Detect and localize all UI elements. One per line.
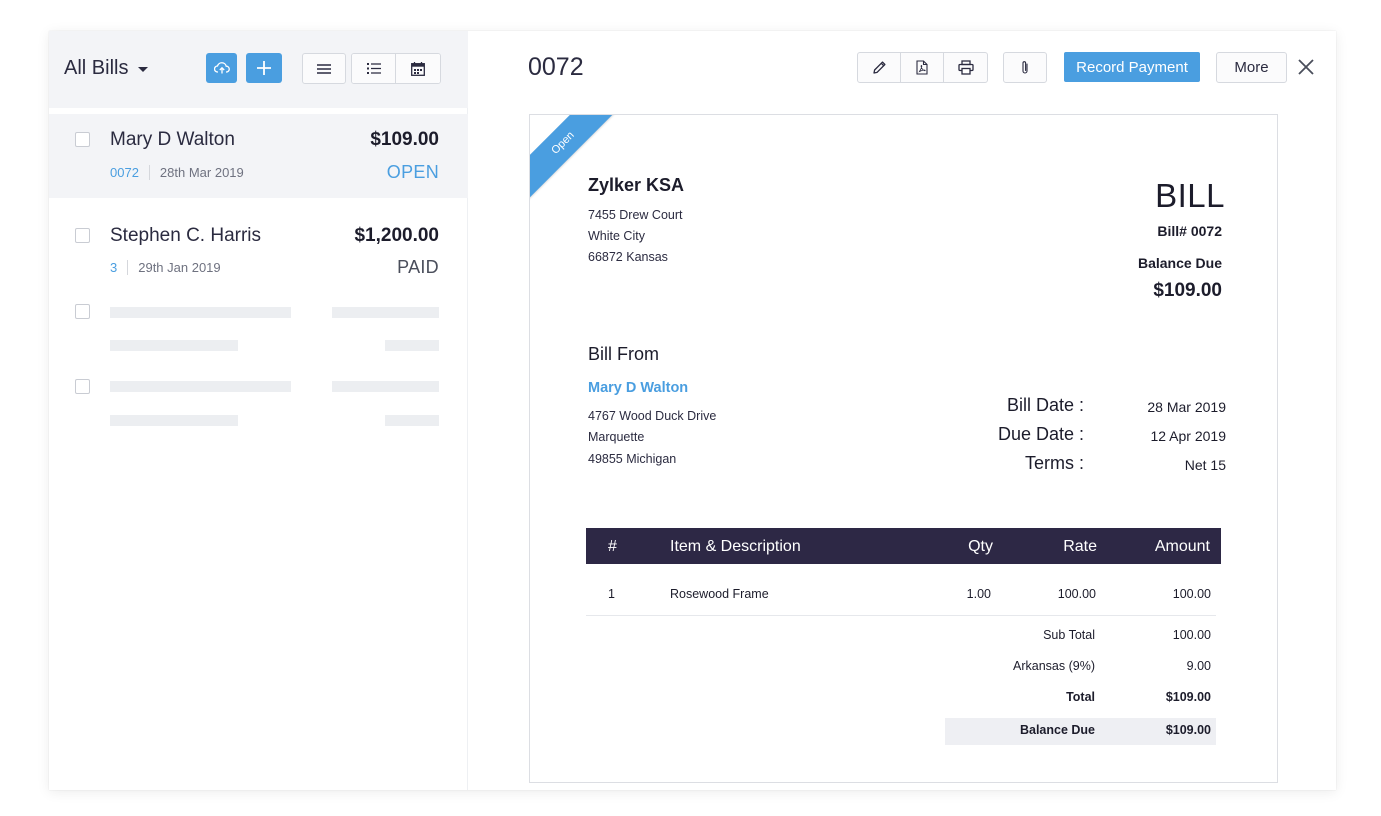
balance-due-amount: $109.00 bbox=[1153, 280, 1222, 301]
paperclip-icon bbox=[1022, 61, 1028, 74]
bill-number-title: 0072 bbox=[528, 53, 584, 81]
col-amount: Amount bbox=[1154, 538, 1210, 555]
tax-label: Arkansas (9%) bbox=[1013, 659, 1095, 673]
vendor-address-line: Marquette bbox=[588, 430, 645, 444]
col-item: Item & Description bbox=[670, 538, 801, 555]
bill-date-label: Bill Date : bbox=[1006, 395, 1084, 415]
plus-icon bbox=[257, 61, 271, 75]
row-rate: 100.00 bbox=[1057, 587, 1096, 601]
row-qty: 1.00 bbox=[966, 587, 991, 601]
company-address-line: 7455 Drew Court bbox=[588, 208, 683, 222]
divider bbox=[148, 165, 150, 180]
bill-from-heading: Bill From bbox=[588, 344, 659, 364]
row-checkbox[interactable] bbox=[75, 132, 90, 147]
col-qty: Qty bbox=[968, 538, 993, 555]
bill-date-value: 28 Mar 2019 bbox=[1147, 399, 1226, 415]
skeleton-line bbox=[110, 415, 238, 426]
status-badge: PAID bbox=[397, 257, 439, 277]
bill-meta: 0072 28th Mar 2019 bbox=[110, 165, 244, 180]
subtotal-value: 100.00 bbox=[1172, 628, 1211, 642]
subtotal-label: Sub Total bbox=[1043, 628, 1095, 642]
row-checkbox[interactable] bbox=[75, 228, 90, 243]
cloud-upload-icon bbox=[213, 62, 230, 74]
document-title: BILL bbox=[1155, 177, 1225, 214]
row-checkbox[interactable] bbox=[75, 304, 90, 319]
col-number: # bbox=[608, 538, 617, 555]
bill-number: 3 bbox=[110, 260, 118, 275]
vendor-address-line: 49855 Michigan bbox=[588, 452, 677, 466]
upload-button[interactable] bbox=[206, 53, 237, 83]
close-button[interactable] bbox=[1296, 57, 1316, 77]
terms-value: Net 15 bbox=[1184, 457, 1226, 473]
new-bill-button[interactable] bbox=[246, 53, 282, 83]
items-table-header: # Item & Description Qty Rate Amount bbox=[586, 528, 1221, 564]
company-address-line: White City bbox=[588, 229, 645, 243]
balance-due-row-label: Balance Due bbox=[1019, 723, 1095, 737]
bill-amount: $109.00 bbox=[370, 129, 439, 150]
bill-meta: 3 29th Jan 2019 bbox=[110, 260, 221, 275]
bullet-list-icon bbox=[366, 63, 381, 74]
view-selector[interactable]: All Bills bbox=[64, 57, 149, 80]
divider bbox=[586, 615, 1216, 616]
print-button[interactable] bbox=[944, 53, 987, 82]
printer-icon bbox=[957, 60, 974, 75]
balance-due-row-value: $109.00 bbox=[1165, 723, 1211, 737]
bill-vendor-name: Mary D Walton bbox=[110, 129, 235, 150]
pdf-button[interactable] bbox=[901, 53, 944, 82]
attachment-button[interactable] bbox=[1003, 52, 1047, 83]
skeleton-line bbox=[110, 340, 238, 351]
close-icon bbox=[1298, 59, 1314, 75]
bill-document: Open Zylker KSA 7455 Drew Court White Ci… bbox=[529, 114, 1278, 783]
list-view-button[interactable] bbox=[302, 53, 346, 84]
divider bbox=[127, 260, 129, 275]
calendar-view-button[interactable] bbox=[396, 54, 440, 83]
row-checkbox[interactable] bbox=[75, 379, 90, 394]
bill-number: 0072 bbox=[110, 165, 139, 180]
bill-number-label: Bill# 0072 bbox=[1157, 223, 1222, 239]
bill-date: 29th Jan 2019 bbox=[138, 260, 221, 275]
col-rate: Rate bbox=[1063, 538, 1097, 555]
vendor-address-line: 4767 Wood Duck Drive bbox=[588, 409, 717, 423]
pdf-icon bbox=[916, 60, 928, 75]
bill-row[interactable]: Stephen C. Harris $1,200.00 3 29th Jan 2… bbox=[49, 210, 468, 294]
status-badge: OPEN bbox=[386, 162, 439, 182]
record-payment-button[interactable]: Record Payment bbox=[1064, 52, 1200, 82]
due-date-label: Due Date : bbox=[997, 424, 1084, 444]
calendar-icon bbox=[411, 61, 425, 76]
view-title: All Bills bbox=[64, 57, 129, 79]
view-toggle-group bbox=[351, 53, 441, 84]
bill-amount: $1,200.00 bbox=[354, 225, 439, 246]
bill-date: 28th Mar 2019 bbox=[159, 165, 244, 180]
row-item: Rosewood Frame bbox=[670, 587, 769, 601]
edit-button[interactable] bbox=[858, 53, 901, 82]
skeleton-line bbox=[110, 307, 291, 318]
bill-list-panel: All Bills Mary D Walton $109.00 0072 28t… bbox=[49, 31, 468, 790]
balance-due-label: Balance Due bbox=[1137, 255, 1222, 271]
detail-list-view-button[interactable] bbox=[352, 54, 396, 83]
menu-icon bbox=[317, 63, 331, 74]
bill-row[interactable]: Mary D Walton $109.00 0072 28th Mar 2019… bbox=[49, 114, 468, 198]
pencil-icon bbox=[872, 61, 886, 74]
due-date-value: 12 Apr 2019 bbox=[1150, 428, 1226, 444]
tax-value: 9.00 bbox=[1186, 659, 1211, 673]
vendor-name-link[interactable]: Mary D Walton bbox=[588, 380, 688, 396]
row-number: 1 bbox=[608, 587, 615, 601]
skeleton-line bbox=[385, 415, 439, 426]
skeleton-line bbox=[110, 381, 291, 392]
terms-label: Terms : bbox=[1024, 453, 1084, 473]
company-name: Zylker KSA bbox=[588, 175, 685, 195]
skeleton-line bbox=[332, 307, 439, 318]
bills-app: All Bills Mary D Walton $109.00 0072 28t… bbox=[49, 31, 1336, 790]
total-value: $109.00 bbox=[1165, 690, 1211, 704]
skeleton-line bbox=[332, 381, 439, 392]
skeleton-line bbox=[385, 340, 439, 351]
list-header: All Bills bbox=[49, 31, 468, 108]
total-label: Total bbox=[1066, 690, 1095, 704]
company-address-line: 66872 Kansas bbox=[588, 250, 668, 264]
row-amount: 100.00 bbox=[1172, 587, 1211, 601]
more-button[interactable]: More bbox=[1216, 52, 1287, 83]
bill-vendor-name: Stephen C. Harris bbox=[110, 225, 262, 246]
caret-down-icon bbox=[138, 67, 149, 72]
document-actions-group bbox=[857, 52, 988, 83]
